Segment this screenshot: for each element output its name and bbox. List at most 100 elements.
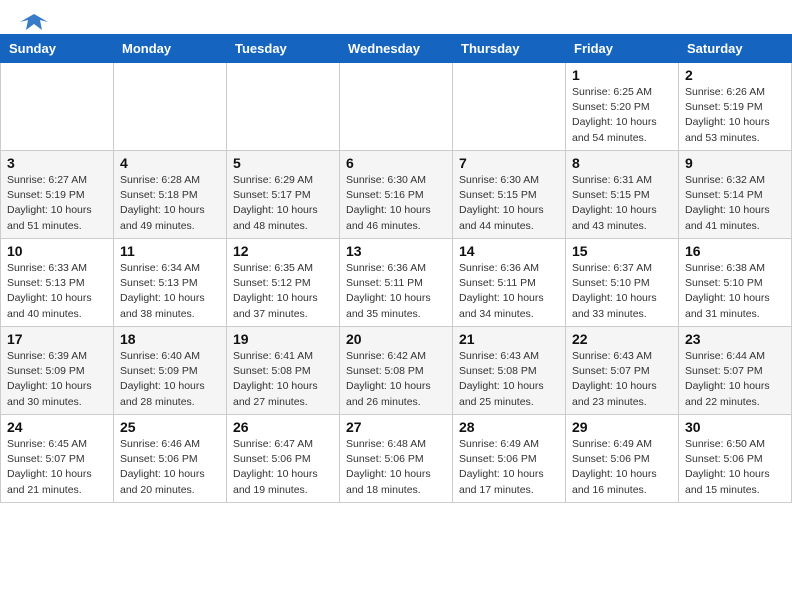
calendar-cell: 3 Sunrise: 6:27 AM Sunset: 5:19 PM Daylig… xyxy=(1,151,114,239)
calendar-cell: 13 Sunrise: 6:36 AM Sunset: 5:11 PM Dayli… xyxy=(340,239,453,327)
weekday-header-friday: Friday xyxy=(566,35,679,63)
calendar-cell xyxy=(114,63,227,151)
day-number: 17 xyxy=(7,331,107,347)
calendar-cell: 17 Sunrise: 6:39 AM Sunset: 5:09 PM Dayli… xyxy=(1,327,114,415)
calendar-cell: 7 Sunrise: 6:30 AM Sunset: 5:15 PM Daylig… xyxy=(453,151,566,239)
calendar-cell: 28 Sunrise: 6:49 AM Sunset: 5:06 PM Dayli… xyxy=(453,415,566,503)
day-info: Sunrise: 6:25 AM Sunset: 5:20 PM Dayligh… xyxy=(572,85,672,146)
day-info: Sunrise: 6:36 AM Sunset: 5:11 PM Dayligh… xyxy=(346,261,446,322)
day-number: 24 xyxy=(7,419,107,435)
calendar-cell: 10 Sunrise: 6:33 AM Sunset: 5:13 PM Dayli… xyxy=(1,239,114,327)
day-number: 29 xyxy=(572,419,672,435)
calendar-cell: 26 Sunrise: 6:47 AM Sunset: 5:06 PM Dayli… xyxy=(227,415,340,503)
calendar-table: SundayMondayTuesdayWednesdayThursdayFrid… xyxy=(0,34,792,503)
day-number: 21 xyxy=(459,331,559,347)
day-number: 13 xyxy=(346,243,446,259)
day-info: Sunrise: 6:36 AM Sunset: 5:11 PM Dayligh… xyxy=(459,261,559,322)
day-number: 25 xyxy=(120,419,220,435)
day-number: 4 xyxy=(120,155,220,171)
day-info: Sunrise: 6:42 AM Sunset: 5:08 PM Dayligh… xyxy=(346,349,446,410)
calendar-cell xyxy=(227,63,340,151)
calendar-cell: 8Sunrise: 6:31 AM Sunset: 5:15 PM Daylig… xyxy=(566,151,679,239)
day-number: 15 xyxy=(572,243,672,259)
day-number: 2 xyxy=(685,67,785,83)
day-info: Sunrise: 6:41 AM Sunset: 5:08 PM Dayligh… xyxy=(233,349,333,410)
calendar-cell xyxy=(340,63,453,151)
day-info: Sunrise: 6:26 AM Sunset: 5:19 PM Dayligh… xyxy=(685,85,785,146)
calendar-cell: 21 Sunrise: 6:43 AM Sunset: 5:08 PM Dayli… xyxy=(453,327,566,415)
day-number: 18 xyxy=(120,331,220,347)
day-number: 6 xyxy=(346,155,446,171)
day-number: 7 xyxy=(459,155,559,171)
day-number: 27 xyxy=(346,419,446,435)
day-number: 30 xyxy=(685,419,785,435)
day-info: Sunrise: 6:32 AM Sunset: 5:14 PM Dayligh… xyxy=(685,173,785,234)
weekday-header-tuesday: Tuesday xyxy=(227,35,340,63)
day-info: Sunrise: 6:45 AM Sunset: 5:07 PM Dayligh… xyxy=(7,437,107,498)
day-info: Sunrise: 6:28 AM Sunset: 5:18 PM Dayligh… xyxy=(120,173,220,234)
day-number: 12 xyxy=(233,243,333,259)
calendar-cell: 19 Sunrise: 6:41 AM Sunset: 5:08 PM Dayli… xyxy=(227,327,340,415)
calendar-cell: 25 Sunrise: 6:46 AM Sunset: 5:06 PM Dayli… xyxy=(114,415,227,503)
day-info: Sunrise: 6:31 AM Sunset: 5:15 PM Dayligh… xyxy=(572,173,672,234)
day-info: Sunrise: 6:27 AM Sunset: 5:19 PM Dayligh… xyxy=(7,173,107,234)
day-info: Sunrise: 6:38 AM Sunset: 5:10 PM Dayligh… xyxy=(685,261,785,322)
day-info: Sunrise: 6:44 AM Sunset: 5:07 PM Dayligh… xyxy=(685,349,785,410)
calendar-cell: 4 Sunrise: 6:28 AM Sunset: 5:18 PM Daylig… xyxy=(114,151,227,239)
day-number: 9 xyxy=(685,155,785,171)
logo xyxy=(16,12,48,28)
calendar-cell: 18 Sunrise: 6:40 AM Sunset: 5:09 PM Dayli… xyxy=(114,327,227,415)
day-number: 20 xyxy=(346,331,446,347)
day-info: Sunrise: 6:39 AM Sunset: 5:09 PM Dayligh… xyxy=(7,349,107,410)
day-info: Sunrise: 6:35 AM Sunset: 5:12 PM Dayligh… xyxy=(233,261,333,322)
day-number: 26 xyxy=(233,419,333,435)
weekday-header-thursday: Thursday xyxy=(453,35,566,63)
day-info: Sunrise: 6:50 AM Sunset: 5:06 PM Dayligh… xyxy=(685,437,785,498)
calendar-cell xyxy=(1,63,114,151)
weekday-header-monday: Monday xyxy=(114,35,227,63)
day-number: 19 xyxy=(233,331,333,347)
day-info: Sunrise: 6:37 AM Sunset: 5:10 PM Dayligh… xyxy=(572,261,672,322)
day-number: 28 xyxy=(459,419,559,435)
day-number: 23 xyxy=(685,331,785,347)
calendar-cell: 24 Sunrise: 6:45 AM Sunset: 5:07 PM Dayli… xyxy=(1,415,114,503)
day-number: 22 xyxy=(572,331,672,347)
weekday-header-sunday: Sunday xyxy=(1,35,114,63)
calendar-cell: 27 Sunrise: 6:48 AM Sunset: 5:06 PM Dayli… xyxy=(340,415,453,503)
day-info: Sunrise: 6:29 AM Sunset: 5:17 PM Dayligh… xyxy=(233,173,333,234)
calendar-cell: 23 Sunrise: 6:44 AM Sunset: 5:07 PM Dayli… xyxy=(679,327,792,415)
calendar-cell: 29 Sunrise: 6:49 AM Sunset: 5:06 PM Dayli… xyxy=(566,415,679,503)
day-info: Sunrise: 6:43 AM Sunset: 5:07 PM Dayligh… xyxy=(572,349,672,410)
calendar-cell: 14 Sunrise: 6:36 AM Sunset: 5:11 PM Dayli… xyxy=(453,239,566,327)
day-info: Sunrise: 6:40 AM Sunset: 5:09 PM Dayligh… xyxy=(120,349,220,410)
calendar-cell: 15 Sunrise: 6:37 AM Sunset: 5:10 PM Dayli… xyxy=(566,239,679,327)
day-info: Sunrise: 6:43 AM Sunset: 5:08 PM Dayligh… xyxy=(459,349,559,410)
day-info: Sunrise: 6:48 AM Sunset: 5:06 PM Dayligh… xyxy=(346,437,446,498)
calendar-cell: 20 Sunrise: 6:42 AM Sunset: 5:08 PM Dayli… xyxy=(340,327,453,415)
day-info: Sunrise: 6:46 AM Sunset: 5:06 PM Dayligh… xyxy=(120,437,220,498)
calendar-cell: 30 Sunrise: 6:50 AM Sunset: 5:06 PM Dayli… xyxy=(679,415,792,503)
day-number: 3 xyxy=(7,155,107,171)
day-info: Sunrise: 6:30 AM Sunset: 5:16 PM Dayligh… xyxy=(346,173,446,234)
day-info: Sunrise: 6:49 AM Sunset: 5:06 PM Dayligh… xyxy=(572,437,672,498)
calendar-cell: 12 Sunrise: 6:35 AM Sunset: 5:12 PM Dayli… xyxy=(227,239,340,327)
calendar-cell: 2 Sunrise: 6:26 AM Sunset: 5:19 PM Daylig… xyxy=(679,63,792,151)
weekday-header-wednesday: Wednesday xyxy=(340,35,453,63)
weekday-header-saturday: Saturday xyxy=(679,35,792,63)
day-number: 14 xyxy=(459,243,559,259)
calendar-cell: 16Sunrise: 6:38 AM Sunset: 5:10 PM Dayli… xyxy=(679,239,792,327)
calendar-cell: 9 Sunrise: 6:32 AM Sunset: 5:14 PM Daylig… xyxy=(679,151,792,239)
day-info: Sunrise: 6:47 AM Sunset: 5:06 PM Dayligh… xyxy=(233,437,333,498)
calendar-cell xyxy=(453,63,566,151)
calendar-cell: 6 Sunrise: 6:30 AM Sunset: 5:16 PM Daylig… xyxy=(340,151,453,239)
day-info: Sunrise: 6:49 AM Sunset: 5:06 PM Dayligh… xyxy=(459,437,559,498)
calendar-cell: 22 Sunrise: 6:43 AM Sunset: 5:07 PM Dayli… xyxy=(566,327,679,415)
day-info: Sunrise: 6:34 AM Sunset: 5:13 PM Dayligh… xyxy=(120,261,220,322)
day-info: Sunrise: 6:33 AM Sunset: 5:13 PM Dayligh… xyxy=(7,261,107,322)
calendar-cell: 11 Sunrise: 6:34 AM Sunset: 5:13 PM Dayli… xyxy=(114,239,227,327)
day-info: Sunrise: 6:30 AM Sunset: 5:15 PM Dayligh… xyxy=(459,173,559,234)
day-number: 11 xyxy=(120,243,220,259)
day-number: 10 xyxy=(7,243,107,259)
calendar-cell: 5Sunrise: 6:29 AM Sunset: 5:17 PM Daylig… xyxy=(227,151,340,239)
calendar-cell: 1Sunrise: 6:25 AM Sunset: 5:20 PM Daylig… xyxy=(566,63,679,151)
